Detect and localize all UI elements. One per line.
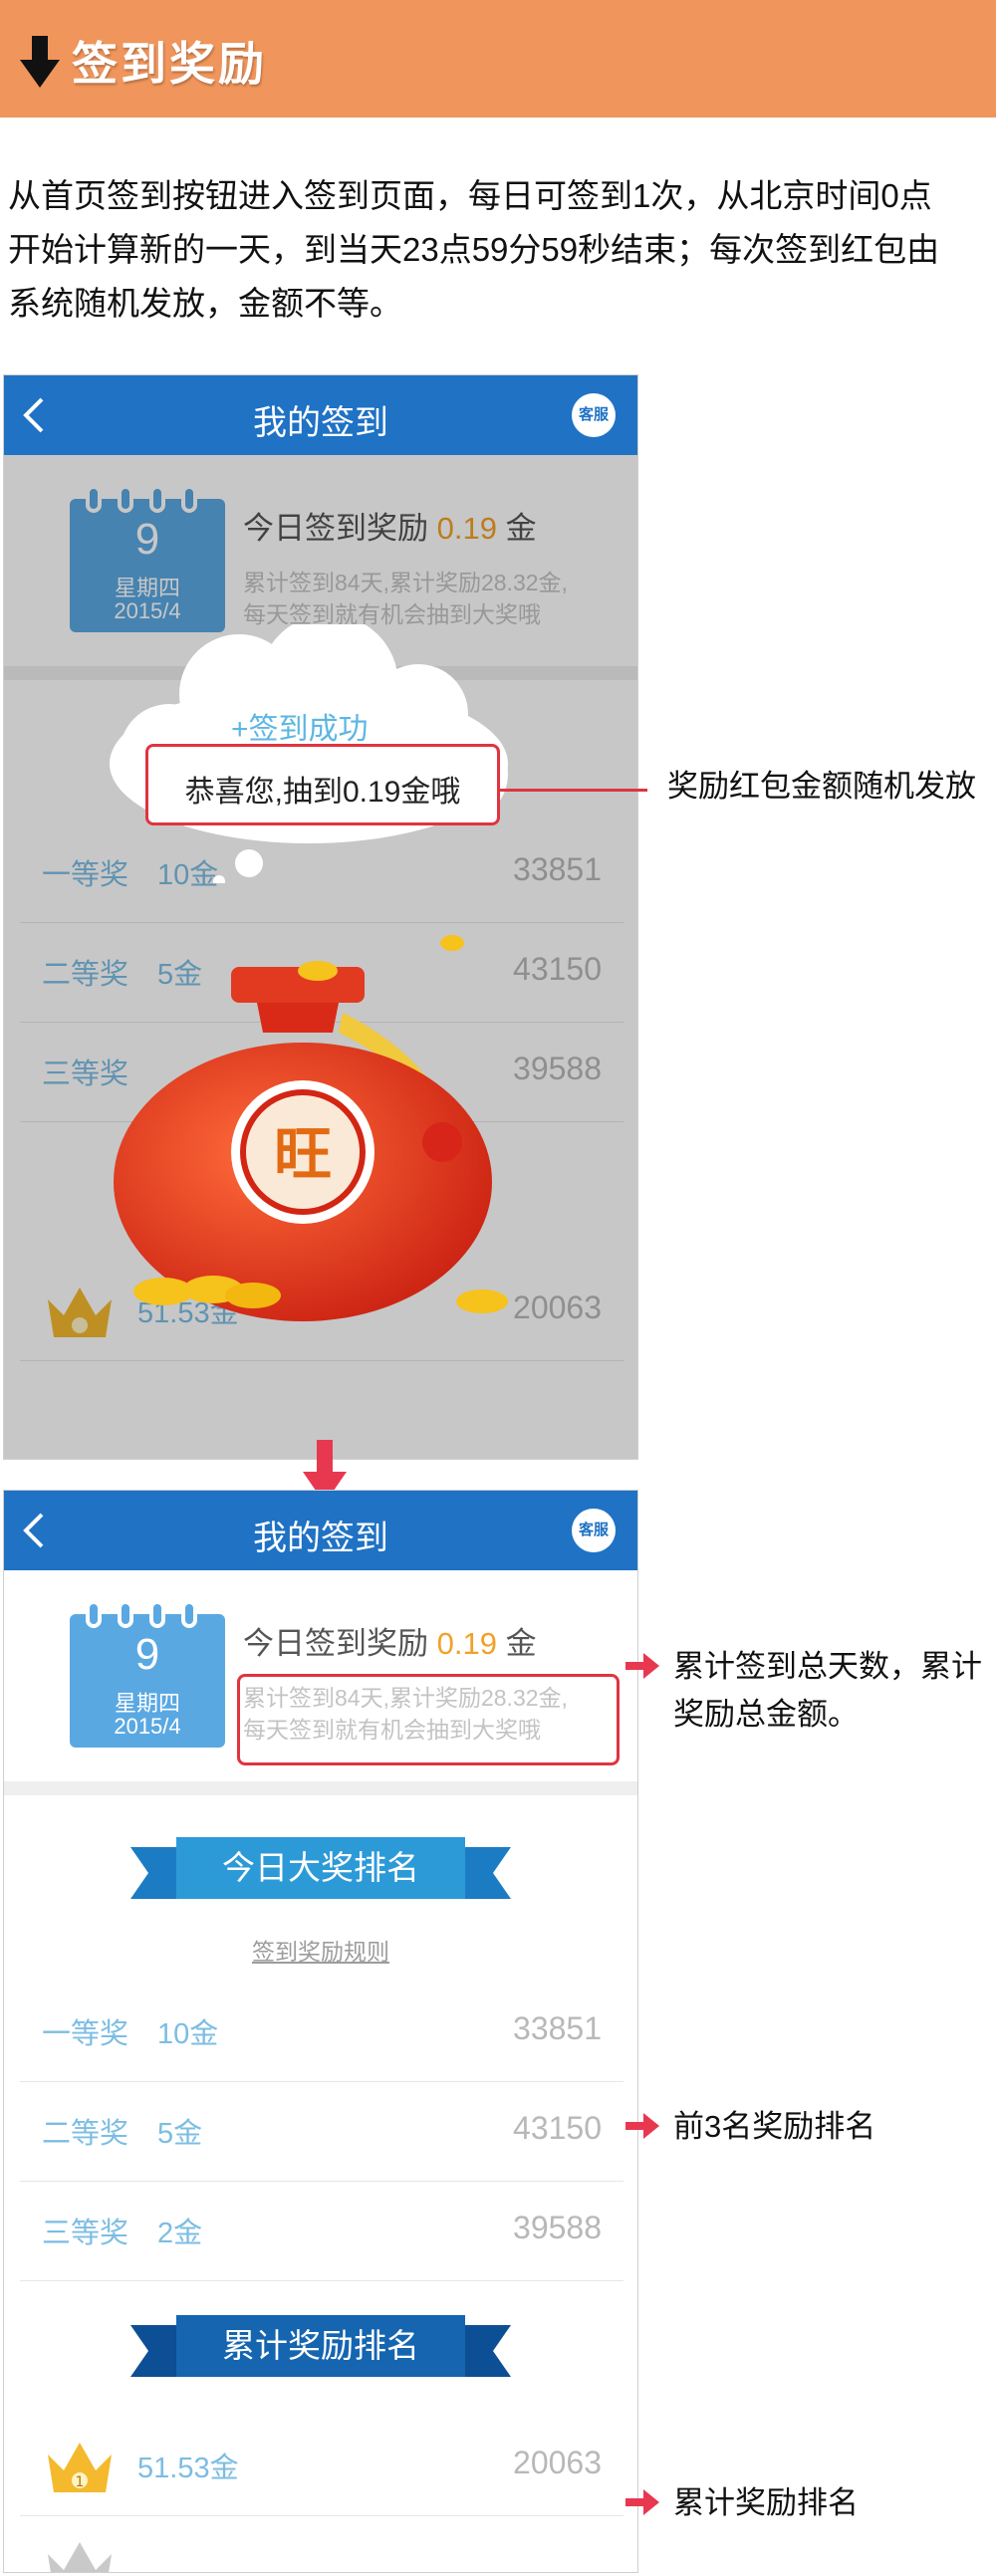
intro-paragraph: 从首页签到按钮进入签到页面，每日可签到1次，从北京时间0点 开始计算新的一天，到… bbox=[8, 169, 994, 331]
top3-note: 前3名奖励排名 bbox=[673, 2109, 876, 2144]
down-arrow-icon bbox=[20, 36, 60, 88]
phone-screen-popup: 我的签到 客服 9 星期四 2015/4 今日签到奖励 0.19 金 累计签到8… bbox=[3, 374, 638, 1460]
reward-message: 恭喜您,抽到0.19金哦 bbox=[184, 776, 461, 809]
divider bbox=[4, 1781, 637, 1795]
table-row: 一等奖 10金 33851 bbox=[20, 1983, 623, 2082]
accum-ranking-title: 累计奖励排名 bbox=[176, 2315, 465, 2377]
summary-note: 累计签到总天数，累计 奖励总金额。 bbox=[673, 1649, 982, 1732]
intro-line-1: 从首页签到按钮进入签到页面，每日可签到1次，从北京时间0点 bbox=[8, 177, 932, 214]
section-title: 签到奖励 bbox=[72, 38, 267, 90]
random-reward-note: 奖励红包金额随机发放 bbox=[667, 769, 976, 804]
table-row bbox=[20, 2516, 623, 2572]
right-arrow-icon bbox=[625, 2113, 659, 2139]
calendar-day: 9 bbox=[134, 1630, 160, 1679]
calendar-date: 2015/4 bbox=[114, 1714, 181, 1739]
nav-title: 我的签到 bbox=[253, 404, 388, 442]
phone-screen-main: 我的签到 客服 9 星期四 2015/4 今日签到奖励 0.19 金 累计签到8… bbox=[3, 1490, 638, 2573]
summary-highlight-box bbox=[237, 1674, 620, 1765]
intro-line-3: 系统随机发放，金额不等。 bbox=[8, 285, 402, 322]
nav-title: 我的签到 bbox=[253, 1520, 388, 1557]
connector-line bbox=[498, 789, 647, 792]
bag-character: 旺 bbox=[274, 1120, 332, 1188]
table-row: 三等奖 2金 39588 bbox=[20, 2182, 623, 2281]
today-reward: 今日签到奖励 0.19 金 bbox=[243, 1626, 537, 1661]
intro-line-2: 开始计算新的一天，到当天23点59分59秒结束；每次签到红包由 bbox=[8, 231, 940, 268]
customer-service-button[interactable]: 客服 bbox=[572, 1509, 616, 1552]
nav-bar: 我的签到 客服 bbox=[4, 1491, 637, 1570]
sign-header: 9 星期四 2015/4 今日签到奖励 0.19 金 累计签到84天,累计奖励2… bbox=[4, 1570, 637, 1781]
crown-icon bbox=[48, 2542, 112, 2572]
accum-amount: 51.53金 bbox=[137, 2453, 239, 2484]
right-arrow-icon bbox=[625, 1653, 659, 1679]
right-arrow-icon bbox=[625, 2489, 659, 2515]
today-ranking-title: 今日大奖排名 bbox=[176, 1837, 465, 1899]
nav-bar: 我的签到 客服 bbox=[4, 375, 637, 455]
accum-note: 累计奖励排名 bbox=[673, 2485, 859, 2520]
today-ranking-ribbon: 今日大奖排名 bbox=[130, 1837, 511, 1905]
table-row: 1 51.53金 20063 bbox=[20, 2417, 623, 2516]
svg-text:1: 1 bbox=[76, 2474, 85, 2490]
crown-icon: 1 bbox=[48, 2443, 112, 2492]
sign-success-text: +签到成功 bbox=[231, 713, 369, 746]
calendar-icon: 9 星期四 2015/4 bbox=[70, 1600, 225, 1748]
lucky-bag-icon: 旺 bbox=[114, 935, 508, 1321]
rules-link[interactable]: 签到奖励规则 bbox=[4, 1933, 637, 1967]
reward-message-box: 恭喜您,抽到0.19金哦 bbox=[145, 744, 500, 825]
accum-ranking-ribbon: 累计奖励排名 bbox=[130, 2315, 511, 2383]
section-banner: 签到奖励 bbox=[0, 0, 996, 117]
accum-count: 20063 bbox=[513, 2445, 602, 2480]
table-row: 二等奖 5金 43150 bbox=[20, 2082, 623, 2182]
customer-service-button[interactable]: 客服 bbox=[572, 393, 616, 437]
today-reward-amount: 0.19 bbox=[436, 1626, 497, 1661]
